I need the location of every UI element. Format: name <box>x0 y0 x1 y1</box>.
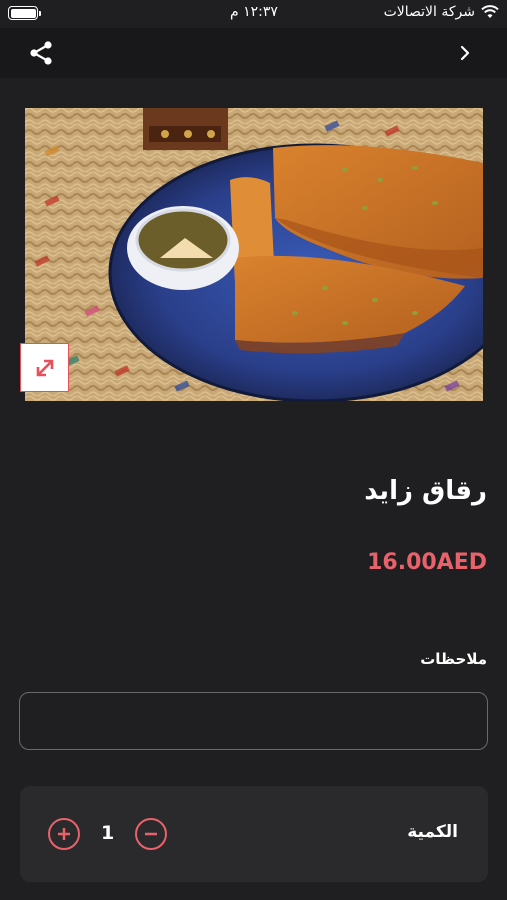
battery-icon <box>8 6 41 20</box>
product-name: رقاق زايد <box>364 476 487 506</box>
decrease-quantity-button[interactable] <box>135 818 167 850</box>
share-icon <box>30 41 52 65</box>
notes-input[interactable] <box>19 692 488 750</box>
increase-quantity-button[interactable] <box>48 818 80 850</box>
expand-icon <box>36 359 53 376</box>
back-button[interactable] <box>453 40 477 66</box>
nav-bar <box>0 28 507 78</box>
minus-circle-icon <box>145 832 157 836</box>
quantity-label: الكمية <box>407 822 458 842</box>
carrier-name: شركة الاتصالات <box>383 4 475 20</box>
expand-image-button[interactable] <box>20 343 69 392</box>
carrier-info: شركة الاتصالات <box>384 4 499 20</box>
product-image <box>25 108 483 401</box>
chevron-right-icon <box>460 45 470 61</box>
quantity-value: 1 <box>101 822 115 844</box>
product-photo <box>25 108 483 401</box>
product-price: 16.00AED <box>367 550 487 575</box>
share-button[interactable] <box>26 38 56 68</box>
wifi-icon <box>481 5 499 18</box>
status-bar: ١٢:٣٧ م شركة الاتصالات <box>0 0 507 28</box>
plus-circle-icon <box>58 828 70 840</box>
status-time: ١٢:٣٧ م <box>230 4 278 20</box>
notes-label: ملاحظات <box>420 650 487 668</box>
quantity-card: 1 الكمية <box>20 786 488 882</box>
